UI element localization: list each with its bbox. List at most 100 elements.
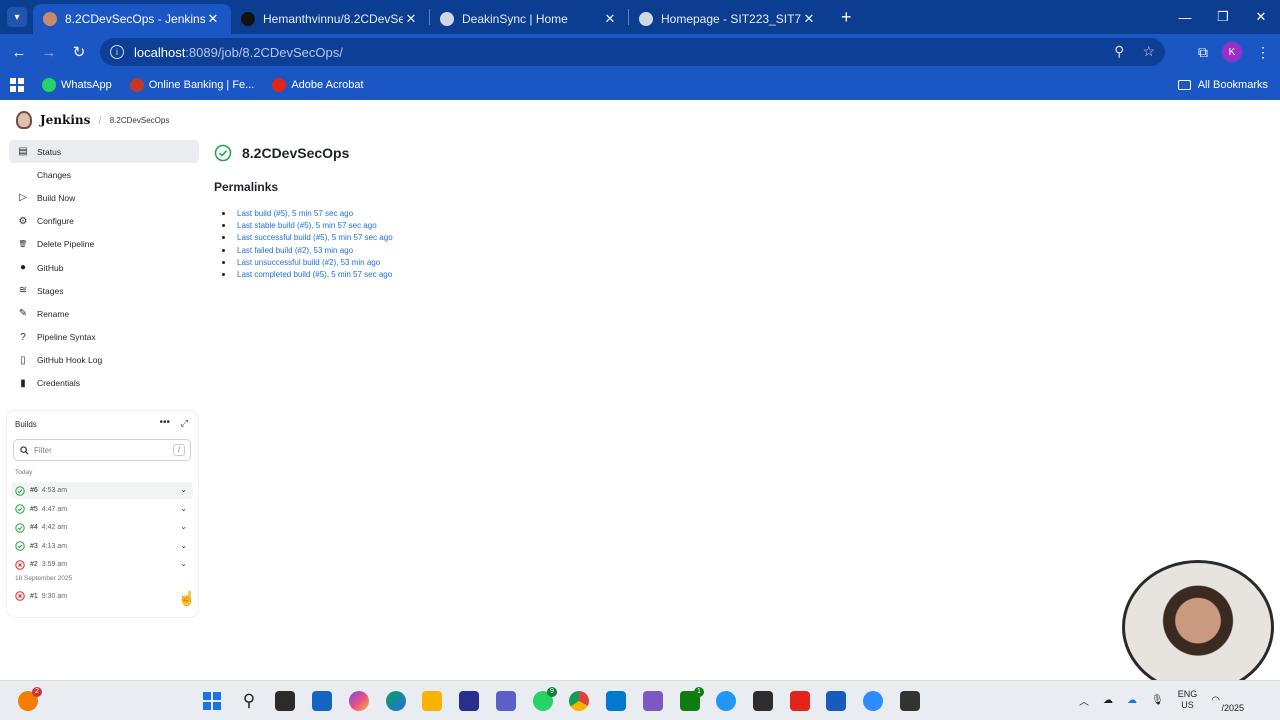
sidebar-item-changes[interactable]: Changes <box>9 163 199 186</box>
region-code: US <box>1181 700 1194 710</box>
word-icon[interactable] <box>826 691 846 711</box>
sidebar-item-status[interactable]: ▤ Status <box>9 140 199 164</box>
bookmark-item[interactable]: Adobe Acrobat <box>272 78 364 92</box>
success-icon <box>15 504 25 514</box>
start-icon[interactable] <box>202 691 222 711</box>
build-row[interactable]: #4 4:42 am ⌄ <box>11 519 193 536</box>
wifi-icon[interactable]: ◠ <box>1211 695 1220 706</box>
sidebar-item-github-hook-log[interactable]: ▯ GitHub Hook Log <box>9 349 199 372</box>
permalink-link[interactable]: Last failed build (#2), 53 min ago <box>237 246 353 255</box>
chevron-down-icon[interactable]: ⌄ <box>180 485 187 494</box>
browser-tab[interactable]: Homepage - SIT223_SIT753 - P ✕ <box>629 4 827 34</box>
terminal-icon[interactable] <box>753 691 773 711</box>
chrome-icon[interactable] <box>569 691 589 711</box>
close-tab-icon[interactable]: ✕ <box>205 11 221 27</box>
profile-avatar[interactable]: K <box>1222 42 1242 62</box>
breadcrumb-job[interactable]: 8.2CDevSecOps <box>110 116 170 125</box>
bookmark-item[interactable]: WhatsApp <box>42 78 112 92</box>
sticky-notes-icon[interactable] <box>900 691 920 711</box>
maths-app-icon[interactable] <box>459 691 479 711</box>
expand-icon[interactable]: ⤢ <box>181 418 188 429</box>
notification-badge: 2 <box>32 687 42 697</box>
onedrive-icon[interactable]: ☁ <box>1127 695 1137 706</box>
builds-filter[interactable]: / <box>13 439 191 461</box>
notification-app-icon[interactable]: 2 <box>18 687 42 711</box>
xbox-icon[interactable]: 1 <box>680 687 704 711</box>
file-explorer-icon[interactable] <box>422 691 442 711</box>
site-info-icon[interactable]: i <box>110 45 124 59</box>
more-options-icon[interactable]: ••• <box>159 417 170 428</box>
store-icon[interactable] <box>312 691 332 711</box>
menu-icon[interactable]: ⋮ <box>1256 44 1270 61</box>
whatsapp-taskbar-icon[interactable]: 9 <box>533 687 557 711</box>
tab-search-button[interactable]: ▾ <box>7 7 27 27</box>
close-tab-icon[interactable]: ✕ <box>801 11 817 27</box>
sidebar-item-build-now[interactable]: ▷ Build Now <box>9 186 199 209</box>
browser-tab[interactable]: 8.2CDevSecOps - Jenkins ✕ <box>33 4 231 34</box>
cloud-app-icon[interactable] <box>716 691 736 711</box>
build-row[interactable]: #2 3:59 am ⌄ <box>11 556 193 573</box>
close-window-button[interactable]: ✕ <box>1242 9 1280 25</box>
vscode-icon[interactable] <box>606 691 626 711</box>
build-time: 9:30 am <box>41 592 68 600</box>
filter-input[interactable] <box>34 445 164 455</box>
new-tab-button[interactable]: + <box>841 7 852 28</box>
cloud-icon[interactable]: ☁ <box>1103 695 1113 706</box>
close-tab-icon[interactable]: ✕ <box>403 11 419 27</box>
zoom-icon-taskbar[interactable] <box>863 691 883 711</box>
permalink-link[interactable]: Last successful build (#5), 5 min 57 sec… <box>237 233 393 242</box>
sidebar-item-github[interactable]: ● GitHub <box>9 256 199 279</box>
sidebar-item-credentials[interactable]: ▮ Credentials <box>9 372 199 395</box>
permalink-link[interactable]: Last build (#5), 5 min 57 sec ago <box>237 209 353 218</box>
minimize-button[interactable]: — <box>1166 10 1204 25</box>
sidebar-item-configure[interactable]: ⚙ Configure <box>9 210 199 233</box>
maximize-button[interactable]: ❐ <box>1204 9 1242 25</box>
reload-button[interactable]: ↻ <box>64 43 94 61</box>
permalink-link[interactable]: Last unsuccessful build (#2), 53 min ago <box>237 258 380 267</box>
edge-icon[interactable] <box>386 691 406 711</box>
whatsapp-badge: 9 <box>547 687 557 697</box>
search-taskbar-icon[interactable]: ⚲ <box>239 691 259 711</box>
build-row[interactable]: #3 4:13 am ⌄ <box>11 538 193 555</box>
browser-tab[interactable]: Hemanthvinnu/8.2CDevSecOps ✕ <box>231 4 429 34</box>
address-bar[interactable]: i localhost:8089/job/8.2CDevSecOps/ ⚲ ☆ <box>100 38 1165 66</box>
build-row[interactable]: #5 4:47 am ⌄ <box>11 501 193 518</box>
jenkins-brand[interactable]: Jenkins <box>40 113 90 127</box>
sidebar-item-delete-pipeline[interactable]: 🗑 Delete Pipeline <box>9 233 199 256</box>
dev-app-icon[interactable] <box>643 691 663 711</box>
all-bookmarks-button[interactable]: All Bookmarks <box>1177 79 1268 91</box>
bookmark-item[interactable]: Online Banking | Fe... <box>129 78 255 92</box>
chevron-down-icon[interactable]: ⌄ <box>180 504 187 513</box>
teams-icon[interactable] <box>496 691 516 711</box>
sidebar-item-rename[interactable]: ✎ Rename <box>9 302 199 325</box>
chevron-up-icon[interactable]: ︿ <box>1079 693 1089 708</box>
build-number: #1 <box>30 592 38 600</box>
sidebar-item-stages[interactable]: ≋ Stages <box>9 279 199 302</box>
task-view-icon[interactable] <box>275 691 295 711</box>
bookmark-label: Online Banking | Fe... <box>148 79 255 91</box>
chevron-down-icon[interactable]: ⌄ <box>180 559 187 568</box>
copilot-icon[interactable] <box>349 691 369 711</box>
chevron-down-icon[interactable]: ⌄ <box>180 522 187 531</box>
permalink-link[interactable]: Last stable build (#5), 5 min 57 sec ago <box>237 221 377 230</box>
close-tab-icon[interactable]: ✕ <box>602 11 618 27</box>
jenkins-logo-icon[interactable] <box>16 111 32 129</box>
bookmark-label: WhatsApp <box>61 79 112 91</box>
chevron-down-icon[interactable]: ⌄ <box>180 541 187 550</box>
sidebar-item-pipeline-syntax[interactable]: ? Pipeline Syntax <box>9 326 199 349</box>
sidebar-item-label: Delete Pipeline <box>37 239 95 250</box>
build-row[interactable]: #1 9:30 am ⌄ <box>11 588 193 605</box>
bookmark-star-icon[interactable]: ☆ <box>1142 43 1155 60</box>
language-indicator[interactable]: ENG US <box>1178 689 1198 711</box>
credentials-icon: ▮ <box>20 377 26 389</box>
apps-grid-icon[interactable] <box>10 78 24 92</box>
permalink-link[interactable]: Last completed build (#5), 5 min 57 sec … <box>237 270 392 279</box>
build-row[interactable]: #6 4:53 am ⌄ <box>11 482 193 499</box>
zoom-icon[interactable]: ⚲ <box>1114 43 1124 60</box>
microphone-icon[interactable]: 🎙 <box>1151 695 1164 706</box>
acrobat-taskbar-icon[interactable] <box>790 691 810 711</box>
back-button[interactable]: ← <box>4 44 34 61</box>
browser-tab[interactable]: DeakinSync | Home ✕ <box>430 4 628 34</box>
forward-button[interactable]: → <box>34 44 64 61</box>
extensions-icon[interactable]: ⧉ <box>1198 44 1208 61</box>
